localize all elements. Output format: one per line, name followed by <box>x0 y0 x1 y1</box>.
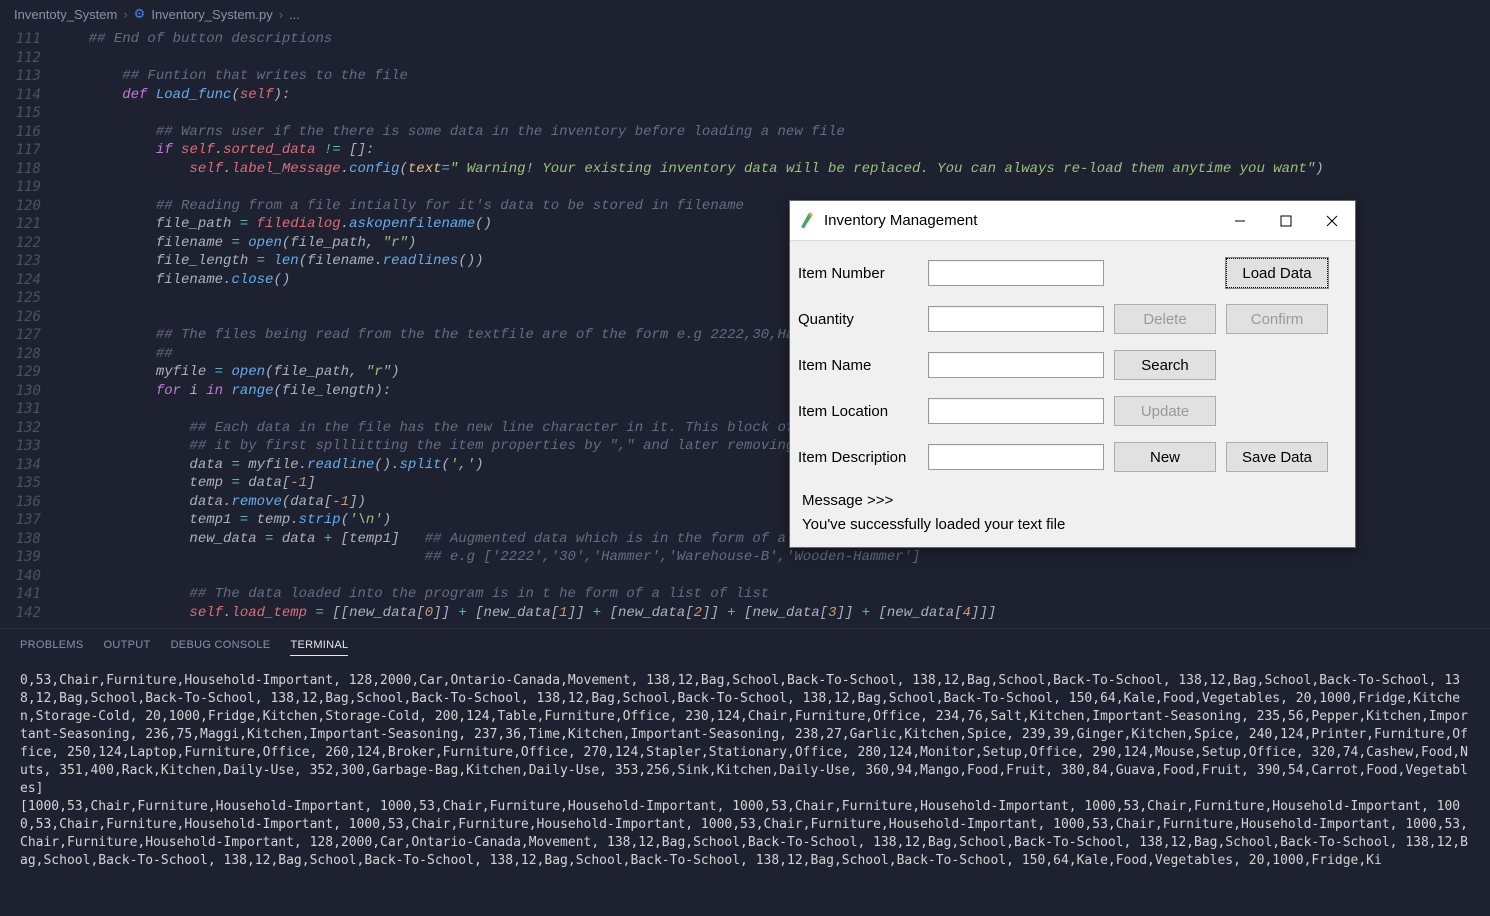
line-number: 128 <box>0 345 55 364</box>
line-number: 114 <box>0 86 55 105</box>
panel-tab-debug-console[interactable]: DEBUG CONSOLE <box>171 639 271 656</box>
delete-button[interactable]: Delete <box>1114 304 1216 334</box>
line-number: 140 <box>0 567 55 586</box>
breadcrumb[interactable]: Inventoty_System › ⚙ Inventory_System.py… <box>0 0 1490 28</box>
code-line[interactable] <box>55 178 1490 197</box>
window-title: Inventory Management <box>824 212 1217 229</box>
close-button[interactable] <box>1309 201 1355 241</box>
window-titlebar[interactable]: Inventory Management <box>790 201 1355 241</box>
code-line[interactable]: def Load_func(self): <box>55 86 1490 105</box>
line-number: 137 <box>0 511 55 530</box>
line-number: 135 <box>0 474 55 493</box>
line-number: 126 <box>0 308 55 327</box>
chevron-right-icon: › <box>123 7 127 22</box>
line-number: 121 <box>0 215 55 234</box>
panel-tab-output[interactable]: OUTPUT <box>104 639 151 656</box>
line-number: 142 <box>0 604 55 623</box>
terminal-output[interactable]: 0,53,Chair,Furniture,Household-Important… <box>0 662 1490 916</box>
breadcrumb-ellipsis[interactable]: ... <box>289 7 300 22</box>
code-line[interactable] <box>55 104 1490 123</box>
breadcrumb-folder[interactable]: Inventoty_System <box>14 7 117 22</box>
line-number: 122 <box>0 234 55 253</box>
code-line[interactable]: ## Funtion that writes to the file <box>55 67 1490 86</box>
code-line[interactable] <box>55 567 1490 586</box>
code-line[interactable] <box>55 49 1490 68</box>
item-number-input[interactable] <box>928 260 1104 286</box>
item-location-input[interactable] <box>928 398 1104 424</box>
save-data-button[interactable]: Save Data <box>1226 442 1328 472</box>
line-number: 129 <box>0 363 55 382</box>
item-name-label: Item Name <box>796 357 928 374</box>
line-number: 112 <box>0 49 55 68</box>
line-number: 136 <box>0 493 55 512</box>
update-button[interactable]: Update <box>1114 396 1216 426</box>
line-number: 115 <box>0 104 55 123</box>
breadcrumb-file[interactable]: Inventory_System.py <box>151 7 272 22</box>
item-description-input[interactable] <box>928 444 1104 470</box>
code-line[interactable]: ## The data loaded into the program is i… <box>55 585 1490 604</box>
item-number-label: Item Number <box>796 265 928 282</box>
item-name-input[interactable] <box>928 352 1104 378</box>
line-number: 111 <box>0 30 55 49</box>
line-number: 132 <box>0 419 55 438</box>
line-number: 141 <box>0 585 55 604</box>
item-description-label: Item Description <box>796 449 928 466</box>
app-icon <box>798 212 816 230</box>
code-line[interactable]: self.label_Message.config(text=" Warning… <box>55 160 1490 179</box>
panel-tabs: PROBLEMS OUTPUT DEBUG CONSOLE TERMINAL <box>0 629 1490 662</box>
load-data-button[interactable]: Load Data <box>1226 258 1328 288</box>
code-line[interactable]: ## End of button descriptions <box>55 30 1490 49</box>
new-button[interactable]: New <box>1114 442 1216 472</box>
quantity-label: Quantity <box>796 311 928 328</box>
message-text: You've successfully loaded your text fil… <box>802 513 1343 537</box>
maximize-button[interactable] <box>1263 201 1309 241</box>
line-number: 125 <box>0 289 55 308</box>
line-number: 127 <box>0 326 55 345</box>
line-number: 134 <box>0 456 55 475</box>
code-line[interactable]: self.load_temp = [[new_data[0]] + [new_d… <box>55 604 1490 623</box>
line-number: 120 <box>0 197 55 216</box>
item-location-label: Item Location <box>796 403 928 420</box>
quantity-input[interactable] <box>928 306 1104 332</box>
message-label: Message >>> <box>802 489 1343 513</box>
line-number: 119 <box>0 178 55 197</box>
panel-tab-terminal[interactable]: TERMINAL <box>290 639 348 656</box>
inventory-app-window: Inventory Management Item Number Load Da… <box>789 200 1356 548</box>
line-number: 138 <box>0 530 55 549</box>
python-file-icon: ⚙ <box>134 6 146 22</box>
chevron-right-icon: › <box>279 7 283 22</box>
line-number: 124 <box>0 271 55 290</box>
line-number: 118 <box>0 160 55 179</box>
bottom-panel: PROBLEMS OUTPUT DEBUG CONSOLE TERMINAL 0,53… <box>0 628 1490 916</box>
line-number: 130 <box>0 382 55 401</box>
minimize-button[interactable] <box>1217 201 1263 241</box>
line-number-gutter: 1111121131141151161171181191201211221231… <box>0 28 55 628</box>
panel-tab-problems[interactable]: PROBLEMS <box>20 639 84 656</box>
confirm-button[interactable]: Confirm <box>1226 304 1328 334</box>
line-number: 139 <box>0 548 55 567</box>
line-number: 116 <box>0 123 55 142</box>
search-button[interactable]: Search <box>1114 350 1216 380</box>
line-number: 117 <box>0 141 55 160</box>
line-number: 133 <box>0 437 55 456</box>
code-line[interactable]: if self.sorted_data != []: <box>55 141 1490 160</box>
code-line[interactable]: ## Warns user if the there is some data … <box>55 123 1490 142</box>
line-number: 113 <box>0 67 55 86</box>
line-number: 131 <box>0 400 55 419</box>
line-number: 123 <box>0 252 55 271</box>
